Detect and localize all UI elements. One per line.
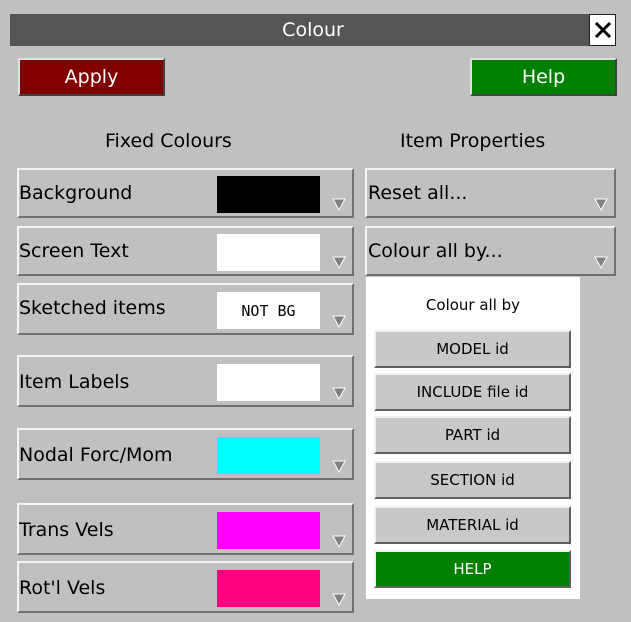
dropdown-arrow-icon[interactable] (331, 313, 347, 329)
dropdown-arrow-icon[interactable] (331, 254, 347, 270)
menu-help-button[interactable]: HELP (374, 550, 571, 588)
menu-item-part-id[interactable]: PART id (374, 416, 571, 454)
menu-item-section-id[interactable]: SECTION id (374, 461, 571, 499)
menu-item-model-id[interactable]: MODEL id (374, 330, 571, 368)
colour-all-by-menu: Colour all by MODEL id INCLUDE file id P… (366, 277, 580, 599)
menu-title: Colour all by (425, 296, 521, 314)
fixed-colour-row-screen-text[interactable]: Screen Text (17, 226, 354, 276)
fixed-colours-heading: Fixed Colours (105, 130, 232, 152)
row-label: Sketched items (19, 297, 166, 319)
fixed-colour-row-background[interactable]: Background (17, 168, 354, 218)
fixed-colour-row-trans-vels[interactable]: Trans Vels (17, 503, 354, 555)
help-button[interactable]: Help (470, 58, 617, 96)
colour-swatch[interactable] (217, 234, 320, 271)
dropdown-arrow-icon[interactable] (593, 196, 609, 212)
item-properties-heading: Item Properties (400, 130, 546, 152)
title-bar: Colour (10, 14, 616, 46)
dropdown-arrow-icon[interactable] (331, 533, 347, 549)
row-label: Background (19, 182, 133, 204)
dropdown-arrow-icon[interactable] (331, 196, 347, 212)
reset-all-dropdown[interactable]: Reset all... (365, 168, 616, 218)
colour-swatch[interactable] (217, 176, 320, 213)
apply-button[interactable]: Apply (18, 58, 165, 96)
row-label: Screen Text (19, 240, 129, 262)
fixed-colour-row-sketched-items[interactable]: Sketched items NOT BG (17, 283, 354, 335)
menu-item-include-file-id[interactable]: INCLUDE file id (374, 373, 571, 411)
row-label: Item Labels (19, 371, 130, 393)
dropdown-arrow-icon[interactable] (331, 458, 347, 474)
close-icon (594, 21, 611, 39)
colour-all-by-dropdown[interactable]: Colour all by... (365, 226, 616, 276)
reset-all-label: Reset all... (368, 182, 468, 204)
colour-swatch[interactable] (217, 512, 320, 549)
fixed-colour-row-rotl-vels[interactable]: Rot'l Vels (17, 561, 354, 613)
dropdown-arrow-icon[interactable] (331, 385, 347, 401)
close-button[interactable] (589, 14, 616, 46)
row-label: Rot'l Vels (19, 577, 106, 599)
window-title: Colour (282, 19, 344, 41)
colour-swatch[interactable]: NOT BG (217, 292, 320, 329)
dropdown-arrow-icon[interactable] (331, 591, 347, 607)
fixed-colour-row-nodal-forc-mom[interactable]: Nodal Forc/Mom (17, 428, 354, 480)
row-label: Nodal Forc/Mom (19, 444, 173, 466)
colour-swatch[interactable] (217, 570, 320, 607)
row-label: Trans Vels (19, 519, 114, 541)
dropdown-arrow-icon[interactable] (593, 254, 609, 270)
colour-swatch[interactable] (217, 364, 320, 401)
colour-all-by-label: Colour all by... (368, 240, 503, 262)
colour-swatch[interactable] (217, 437, 320, 474)
menu-item-material-id[interactable]: MATERIAL id (374, 506, 571, 544)
fixed-colour-row-item-labels[interactable]: Item Labels (17, 355, 354, 407)
